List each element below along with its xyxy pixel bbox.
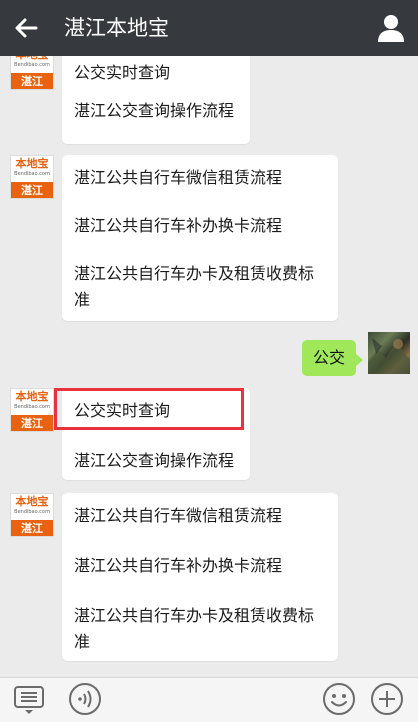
bot-avatar[interactable]: 本地宝Bendibao.com 湛江: [10, 493, 54, 537]
menu-card: 湛江公共自行车微信租赁流程 湛江公共自行车补办换卡流程 湛江公共自行车办卡及租赁…: [62, 155, 338, 321]
profile-button[interactable]: [376, 13, 406, 43]
menu-item[interactable]: 湛江公交查询操作流程: [74, 448, 234, 474]
bot-message: 本地宝Bendibao.com 湛江 公交实时查询 湛江公交查询操作流程: [0, 386, 418, 486]
logo-domain: Bendibao.com: [14, 62, 50, 68]
user-bubble[interactable]: 公交: [302, 340, 363, 376]
user-avatar[interactable]: [368, 332, 410, 374]
menu-item[interactable]: 湛江公共自行车办卡及租赁收费标: [74, 261, 314, 287]
menu-item[interactable]: 湛江公共自行车补办换卡流程: [74, 213, 282, 239]
photo-image: [368, 338, 410, 374]
plus-icon: [371, 683, 403, 715]
logo-domain: Bendibao.com: [14, 171, 50, 177]
bot-message: 本地宝Bendibao.com 湛江 公交实时查询 湛江公交查询操作流程: [0, 56, 418, 146]
voice-button[interactable]: [68, 682, 102, 716]
logo-domain: Bendibao.com: [14, 509, 50, 515]
chat-title: 湛江本地宝: [64, 16, 169, 40]
bot-avatar[interactable]: 本地宝Bendibao.com 湛江: [10, 388, 54, 432]
menu-card: 公交实时查询 湛江公交查询操作流程: [62, 56, 250, 144]
bot-message: 本地宝 Bendibao.com 湛江 湛江公共自行车微信租赁流程 湛江公共自行车…: [0, 490, 418, 666]
bot-avatar[interactable]: 本地宝Bendibao.com 湛江: [10, 155, 54, 199]
logo-text: 本地宝: [15, 390, 49, 403]
menu-item[interactable]: 准: [74, 287, 90, 313]
logo-domain: Bendibao.com: [14, 404, 50, 410]
voice-icon: [69, 683, 101, 715]
back-button[interactable]: [10, 12, 42, 44]
logo-city: 湛江: [11, 73, 53, 89]
bot-message: 本地宝 Bendibao.com 湛江 湛江公共自行车微信租赁流程 湛江公共自行车…: [0, 152, 418, 322]
emoji-icon: [323, 683, 355, 715]
logo-text: 本地宝: [16, 56, 49, 61]
menu-toggle-button[interactable]: [12, 684, 46, 716]
menu-item[interactable]: 湛江公交查询操作流程: [74, 98, 234, 124]
logo-city: 湛江: [11, 520, 53, 536]
person-icon: [378, 15, 404, 42]
menu-item[interactable]: 湛江公共自行车补办换卡流程: [74, 553, 282, 579]
menu-item[interactable]: 湛江公共自行车办卡及租赁收费标: [74, 603, 314, 629]
logo-city: 湛江: [11, 182, 53, 198]
menu-item-bus-realtime[interactable]: 公交实时查询: [74, 398, 170, 424]
logo-text: 本地宝: [15, 157, 49, 170]
user-message: 公交: [0, 332, 418, 382]
bot-avatar[interactable]: 本地宝Bendibao.com 湛江: [10, 56, 54, 90]
menu-item[interactable]: 公交实时查询: [74, 60, 170, 86]
chat-area[interactable]: 本地宝Bendibao.com 湛江 公交实时查询 湛江公交查询操作流程 本地宝…: [0, 56, 418, 678]
menu-item[interactable]: 湛江公共自行车微信租赁流程: [74, 165, 282, 191]
emoji-button[interactable]: [322, 682, 356, 716]
menu-card: 湛江公共自行车微信租赁流程 湛江公共自行车补办换卡流程 湛江公共自行车办卡及租赁…: [62, 493, 338, 661]
logo-city: 湛江: [11, 415, 53, 431]
menu-item[interactable]: 湛江公共自行车微信租赁流程: [74, 503, 282, 529]
menu-item[interactable]: 准: [74, 629, 90, 655]
logo-text: 本地宝: [15, 495, 49, 508]
arrow-left-icon: [15, 18, 38, 38]
menu-card: 公交实时查询 湛江公交查询操作流程: [62, 388, 250, 480]
menu-list-icon: [14, 686, 44, 714]
plus-button[interactable]: [370, 682, 404, 716]
top-bar: 湛江本地宝: [0, 0, 418, 56]
input-bar: [0, 677, 418, 722]
